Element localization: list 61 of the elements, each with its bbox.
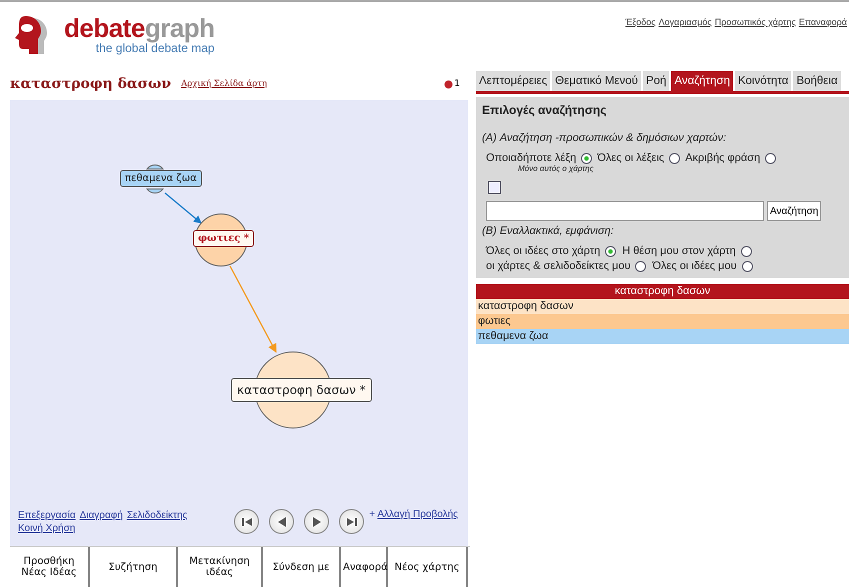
node-label[interactable]: φωτιες * bbox=[193, 230, 254, 247]
option-label: Όλες οι ιδέες στο χάρτη bbox=[486, 245, 600, 257]
logo-tagline: the global debate map bbox=[96, 42, 215, 55]
map-action-link[interactable]: Σελιδοδείκτης bbox=[126, 509, 188, 522]
tab[interactable]: Λεπτομέρειες bbox=[476, 71, 550, 91]
search-button[interactable]: Αναζήτηση bbox=[767, 201, 822, 221]
pin-icon bbox=[444, 80, 454, 88]
next-icon bbox=[310, 516, 322, 528]
result-row[interactable]: πεθαμενα ζωα bbox=[476, 329, 849, 344]
map-action-link[interactable]: Επεξεργασία bbox=[18, 509, 76, 522]
result-row[interactable]: καταστροφη δασων bbox=[476, 299, 849, 314]
results-header: καταστροφη δασων bbox=[476, 284, 849, 299]
option-label: οι χάρτες & σελιδοδείκτες μου bbox=[486, 260, 630, 272]
checkbox-label: Μόνο αυτός ο χάρτης bbox=[517, 164, 594, 173]
tab[interactable]: Θεματικό Μενού bbox=[552, 71, 641, 91]
option-label: Όλες οι ιδέες μου bbox=[652, 260, 737, 272]
last-icon bbox=[346, 516, 358, 528]
search-field[interactable] bbox=[486, 201, 764, 221]
map-title: καταστροφη δασων bbox=[10, 76, 172, 92]
option-label: Οποιαδήποτε λέξη bbox=[486, 152, 576, 164]
map-action-link[interactable]: Κοινή Χρήση bbox=[18, 522, 76, 535]
node-label[interactable]: καταστροφη δασων * bbox=[231, 378, 372, 402]
tab[interactable]: Ροή bbox=[642, 71, 670, 91]
header-link[interactable]: Προσωπικός χάρτης bbox=[714, 17, 796, 68]
radio-button[interactable] bbox=[742, 260, 753, 272]
first-button[interactable] bbox=[234, 509, 259, 534]
section-heading: (B) Εναλλακτικά, εμφάνιση: bbox=[482, 225, 615, 237]
option-label: Η θέση μου στον χάρτη bbox=[622, 245, 736, 257]
home-link[interactable]: Αρχική Σελίδα άρτη bbox=[181, 79, 268, 89]
prev-icon bbox=[276, 516, 288, 528]
radio-button[interactable] bbox=[765, 152, 776, 164]
radio-button[interactable] bbox=[581, 152, 592, 164]
logo-text: debategraph bbox=[64, 14, 215, 42]
toolbar-button[interactable]: Αναφορά bbox=[341, 547, 388, 587]
node-cap[interactable] bbox=[146, 164, 164, 170]
radio-button[interactable] bbox=[605, 246, 616, 256]
radio-button[interactable] bbox=[669, 152, 680, 164]
next-button[interactable] bbox=[304, 509, 329, 534]
pin-count: 1 bbox=[454, 79, 460, 89]
plus-sign: + bbox=[369, 509, 376, 520]
tab[interactable]: Αναζήτηση bbox=[671, 71, 733, 91]
connector-arrow bbox=[164, 192, 202, 224]
panel-heading: Επιλογές αναζήτησης bbox=[482, 103, 608, 117]
radio-button[interactable] bbox=[740, 246, 752, 256]
header-link[interactable]: Επαναφορά bbox=[798, 17, 847, 68]
checkbox[interactable] bbox=[488, 181, 501, 194]
map-action-link[interactable]: Διαγραφή bbox=[80, 509, 123, 522]
result-row[interactable]: φωτιες bbox=[476, 314, 849, 329]
option-label: Ακριβής φράση bbox=[685, 152, 760, 164]
first-icon bbox=[240, 516, 252, 528]
prev-button[interactable] bbox=[269, 509, 294, 534]
option-label: Όλες οι λέξεις bbox=[597, 152, 664, 164]
node-cap[interactable] bbox=[146, 188, 164, 194]
header-link[interactable]: Έξοδος bbox=[625, 17, 656, 68]
change-view-link[interactable]: Αλλαγή Προβολής bbox=[377, 509, 458, 520]
tab[interactable]: Βοήθεια bbox=[793, 71, 841, 91]
tab[interactable]: Κοινότητα bbox=[735, 71, 792, 91]
last-button[interactable] bbox=[339, 509, 364, 534]
header-link[interactable]: Λογαριασμός bbox=[658, 17, 712, 68]
radio-button[interactable] bbox=[635, 260, 646, 272]
section-heading: (A) Αναζήτηση -προσωπικών & δημόσιων χαρτών: bbox=[482, 132, 728, 144]
